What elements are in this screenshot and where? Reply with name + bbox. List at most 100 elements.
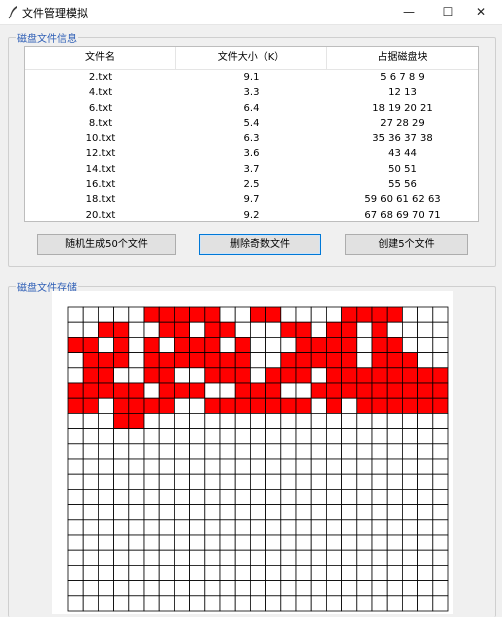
disk-block-free [280,413,297,430]
disk-block-free [189,595,206,612]
disk-block-free [371,458,388,475]
file-table[interactable]: 文件名 文件大小（K） 占据磁盘块 2.txt 9.1 5 6 7 8 9 4.txt… [24,46,479,222]
disk-block-free [417,458,434,475]
disk-block-used [341,321,358,338]
disk-block-free [356,337,373,354]
column-header-blocks[interactable]: 占据磁盘块 [327,47,478,69]
disk-block-free [189,488,206,505]
column-header-filesize[interactable]: 文件大小（K） [176,47,327,69]
disk-block-free [401,564,418,581]
disk-block-free [189,397,206,414]
disk-block-free [310,443,327,460]
disk-block-free [401,458,418,475]
generate-50-files-button[interactable]: 随机生成50个文件 [37,234,176,255]
disk-block-free [386,443,403,460]
disk-block-free [386,488,403,505]
table-row[interactable]: 14.txt 3.7 50 51 [25,162,478,177]
disk-block-free [158,473,175,490]
disk-block-free [174,549,191,566]
create-5-files-button[interactable]: 创建5个文件 [345,234,468,255]
column-header-filename[interactable]: 文件名 [25,47,176,69]
disk-block-used [189,382,206,399]
table-row[interactable]: 4.txt 3.3 12 13 [25,85,478,100]
disk-block-free [143,595,160,612]
disk-block-free [280,306,297,323]
disk-block-free [143,488,160,505]
disk-block-free [249,473,266,490]
blocks-cell: 12 13 [388,87,417,99]
disk-block-free [98,337,115,354]
disk-block-free [128,367,145,384]
disk-block-used [386,367,403,384]
disk-block-used [158,397,175,414]
disk-block-free [265,549,282,566]
disk-block-free [432,306,449,323]
disk-block-free [174,534,191,551]
close-button[interactable]: ✕ [458,0,502,24]
disk-block-used [341,367,358,384]
disk-block-free [249,504,266,521]
table-row[interactable]: 2.txt 9.1 5 6 7 8 9 [25,70,478,85]
blocks-cell: 67 68 69 70 71 [364,209,441,221]
disk-block-free [386,428,403,445]
disk-block-used [98,352,115,369]
disk-block-free [189,473,206,490]
table-row[interactable]: 8.txt 5.4 27 28 29 [25,116,478,131]
disk-block-free [325,580,342,597]
table-header: 文件名 文件大小（K） 占据磁盘块 [25,47,478,70]
disk-block-free [234,306,251,323]
disk-block-free [295,549,312,566]
table-row[interactable]: 20.txt 9.2 67 68 69 70 71 [25,208,478,221]
disk-block-free [417,488,434,505]
disk-block-used [143,306,160,323]
blocks-cell: 5 6 7 8 9 [380,72,425,83]
disk-block-used [401,382,418,399]
table-row[interactable]: 12.txt 3.6 43 44 [25,146,478,161]
disk-block-free [356,458,373,475]
delete-odd-files-button[interactable]: 删除奇数文件 [199,234,321,255]
disk-block-free [204,504,221,521]
disk-block-used [265,382,282,399]
disk-block-free [219,564,236,581]
disk-block-free [98,549,115,566]
disk-block-free [143,458,160,475]
disk-block-free [82,534,99,551]
disk-block-free [158,534,175,551]
disk-block-free [356,519,373,536]
disk-block-used [249,382,266,399]
disk-block-free [325,413,342,430]
disk-block-used [98,382,115,399]
table-row[interactable]: 18.txt 9.7 59 60 61 62 63 [25,192,478,207]
disk-block-free [341,519,358,536]
disk-block-used [371,306,388,323]
disk-block-free [356,488,373,505]
disk-block-free [234,519,251,536]
disk-block-used [341,337,358,354]
filesize-cell: 6.4 [243,102,260,114]
disk-block-free [401,443,418,460]
disk-block-free [417,564,434,581]
disk-block-free [310,504,327,521]
table-row[interactable]: 6.txt 6.4 18 19 20 21 [25,101,478,116]
disk-block-free [432,504,449,521]
blocks-cell: 55 56 [388,179,417,191]
title-bar: 文件管理模拟 — ☐ ✕ [0,0,502,25]
disk-block-used [128,382,145,399]
disk-block-free [234,413,251,430]
disk-block-free [67,534,84,551]
table-row[interactable]: 16.txt 2.5 55 56 [25,177,478,192]
disk-block-free [249,580,266,597]
disk-block-free [67,443,84,460]
disk-block-free [432,519,449,536]
disk-block-free [386,564,403,581]
disk-block-used [158,367,175,384]
disk-block-free [174,367,191,384]
disk-block-free [234,595,251,612]
disk-block-free [325,534,342,551]
disk-block-free [249,337,266,354]
disk-block-free [401,549,418,566]
disk-block-free [158,504,175,521]
disk-block-free [432,595,449,612]
disk-block-free [265,595,282,612]
table-row[interactable]: 10.txt 6.3 35 36 37 38 [25,131,478,146]
